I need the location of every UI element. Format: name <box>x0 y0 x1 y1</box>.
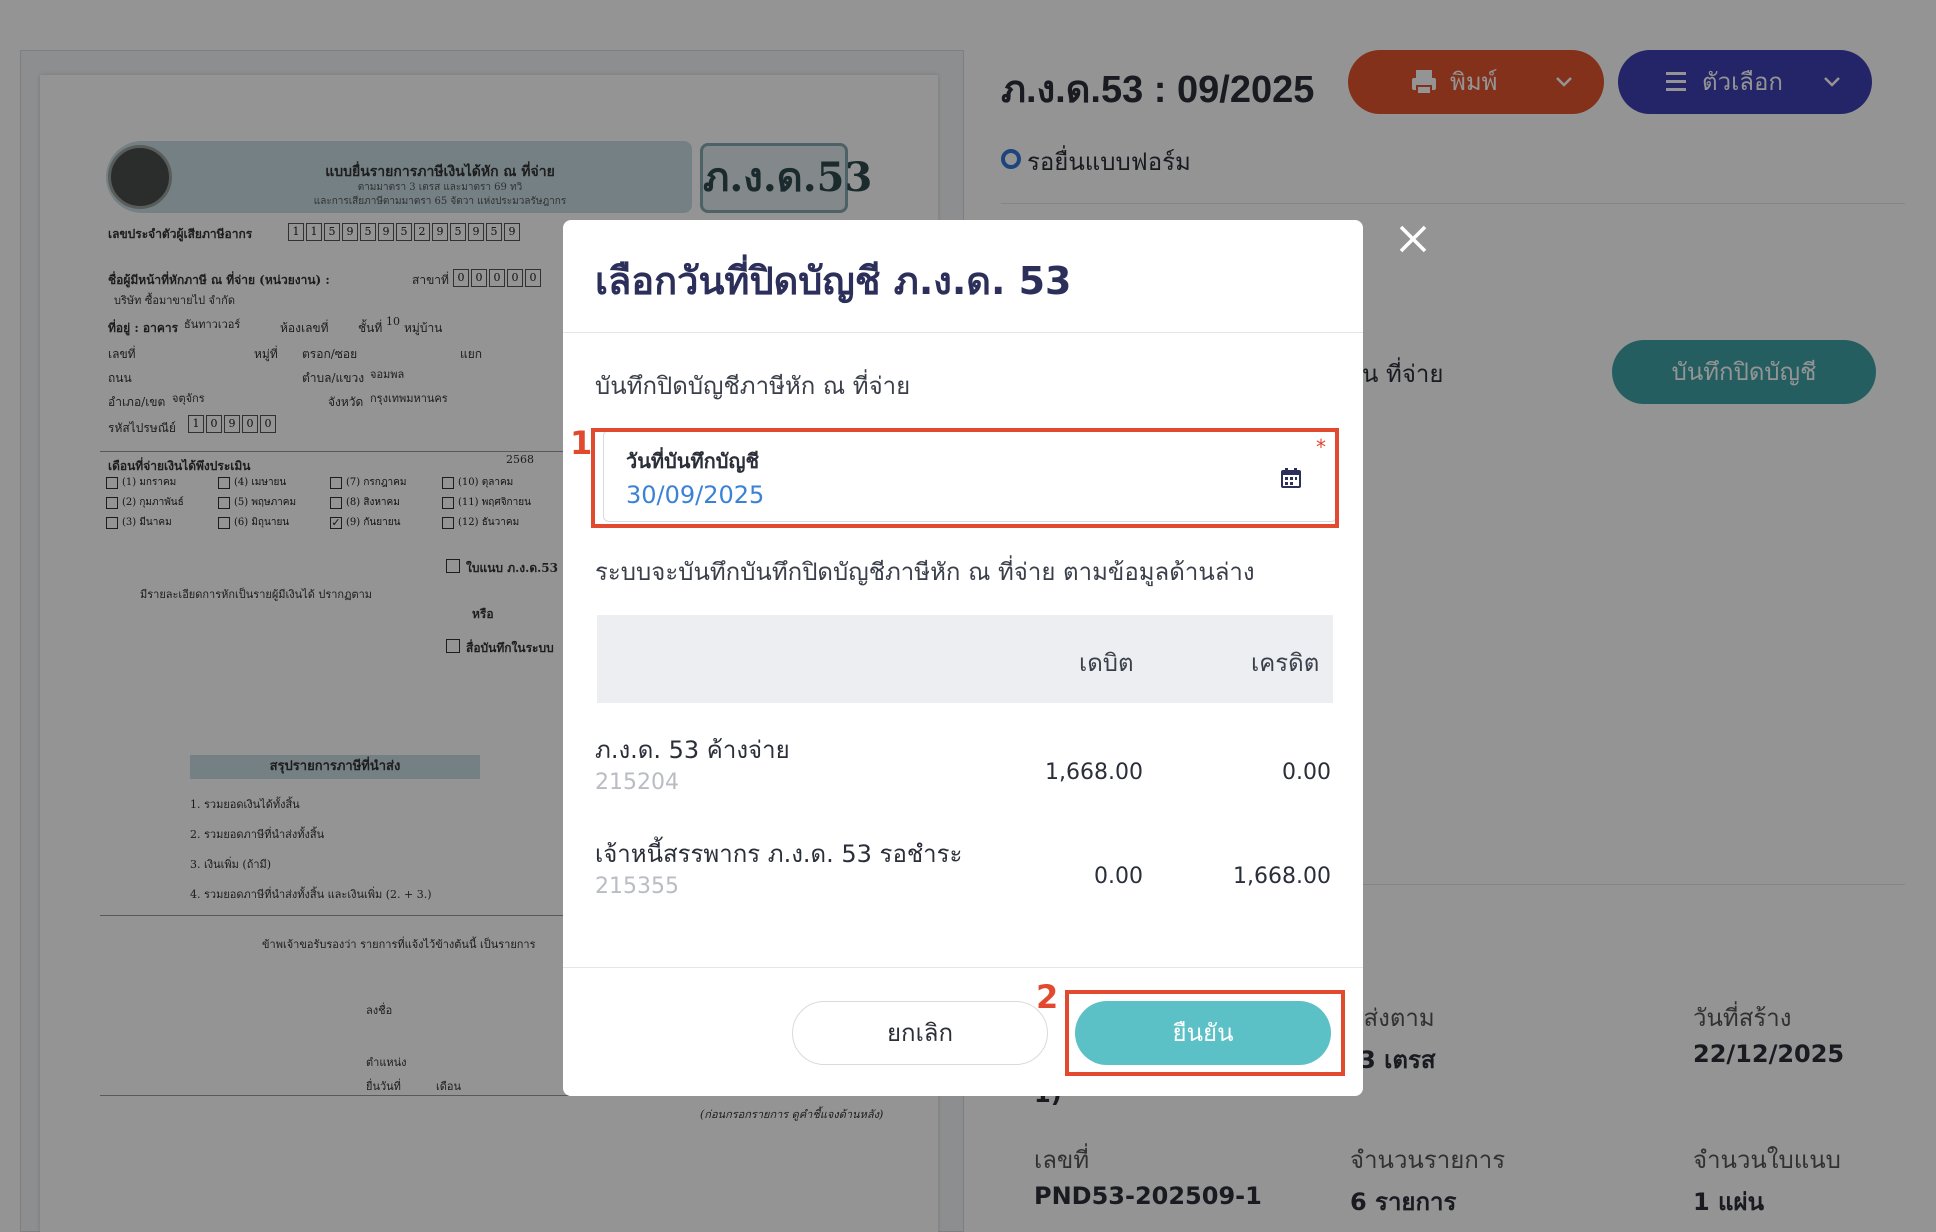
account-code: 215204 <box>595 770 679 795</box>
debit-value: 1,668.00 <box>1045 760 1143 785</box>
step-1-highlight <box>591 428 1339 528</box>
account-name: เจ้าหนี้สรรพากร ภ.ง.ด. 53 รอชำระ <box>595 840 963 868</box>
credit-value: 1,668.00 <box>1233 864 1331 889</box>
credit-header: เครดิต <box>1251 649 1320 677</box>
modal-title: เลือกวันที่ปิดบัญชี ภ.ง.ด. 53 <box>595 259 1072 303</box>
close-icon[interactable] <box>1396 222 1430 256</box>
section-label: บันทึกปิดบัญชีภาษีหัก ณ ที่จ่าย <box>595 372 911 400</box>
modal-divider <box>563 332 1363 333</box>
step-2-number: 2 <box>1036 978 1059 1016</box>
debit-header: เดบิต <box>1079 649 1134 677</box>
modal-note: ระบบจะบันทึกบันทึกปิดบัญชีภาษีหัก ณ ที่จ… <box>595 558 1255 586</box>
closing-date-modal: เลือกวันที่ปิดบัญชี ภ.ง.ด. 53 บันทึกปิดบ… <box>563 220 1363 1096</box>
step-2-highlight <box>1065 990 1345 1076</box>
journal-table-header: เดบิต เครดิต <box>597 615 1333 703</box>
modal-divider <box>563 967 1363 968</box>
account-name: ภ.ง.ด. 53 ค้างจ่าย <box>595 736 790 764</box>
account-code: 215355 <box>595 874 679 899</box>
debit-value: 0.00 <box>1094 864 1143 889</box>
credit-value: 0.00 <box>1282 760 1331 785</box>
cancel-button[interactable]: ยกเลิก <box>792 1001 1048 1065</box>
step-1-number: 1 <box>570 424 593 462</box>
